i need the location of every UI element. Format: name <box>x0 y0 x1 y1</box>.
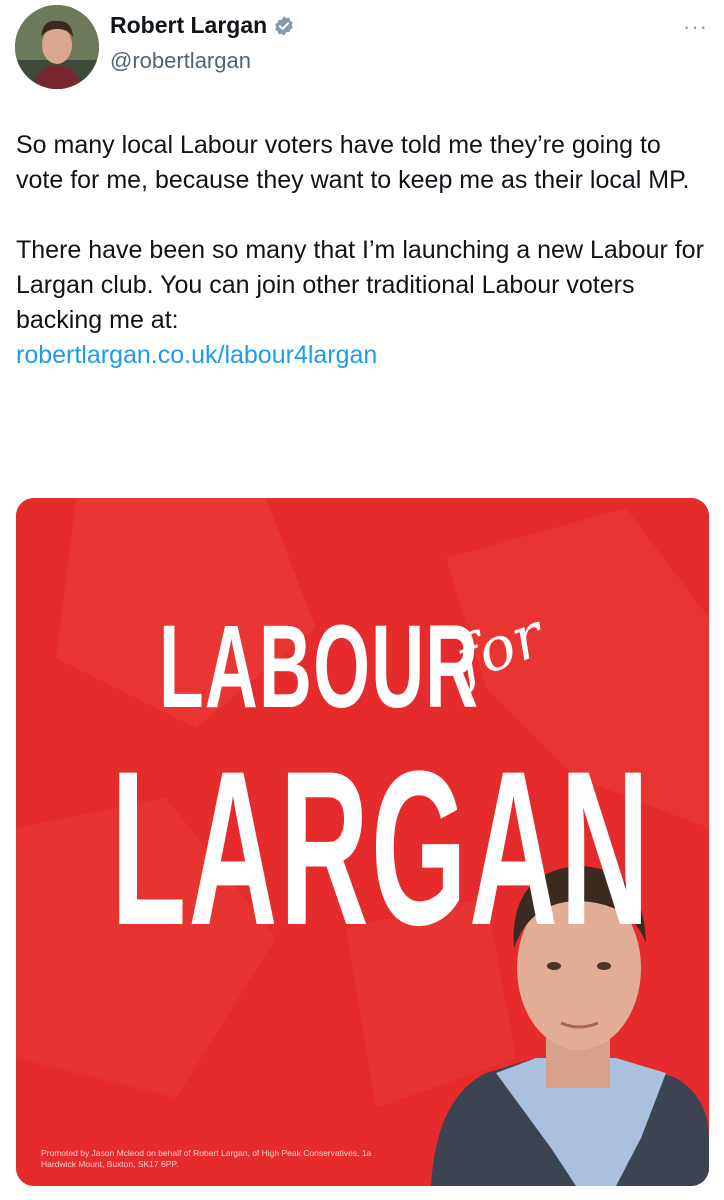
name-row: Robert Largan <box>110 12 295 39</box>
media-word-largan: LARGAN <box>111 725 652 971</box>
tweet-media-image[interactable]: LABOUR for LARGAN Promoted by Jason Mcle… <box>16 498 709 1186</box>
tweet-header: Robert Largan @robertlargan ··· <box>0 0 724 100</box>
avatar[interactable] <box>15 5 99 89</box>
tweet-paragraph-1: So many local Labour voters have told me… <box>16 131 690 194</box>
avatar-photo <box>15 5 99 89</box>
tweet-link[interactable]: robertlargan.co.uk/labour4largan <box>16 341 377 369</box>
tweet-paragraph-2: There have been so many that I’m launchi… <box>16 233 708 373</box>
verified-badge-icon <box>275 15 293 36</box>
more-options-icon[interactable]: ··· <box>683 14 708 40</box>
display-name[interactable]: Robert Largan <box>110 12 267 39</box>
tweet-paragraph-2-text: There have been so many that I’m launchi… <box>16 236 704 334</box>
handle[interactable]: @robertlargan <box>110 48 251 74</box>
promoted-by-text: Promoted by Jason Mcleod on behalf of Ro… <box>41 1148 372 1169</box>
media-word-labour: LABOUR <box>159 601 480 733</box>
tweet-text: So many local Labour voters have told me… <box>16 128 708 373</box>
